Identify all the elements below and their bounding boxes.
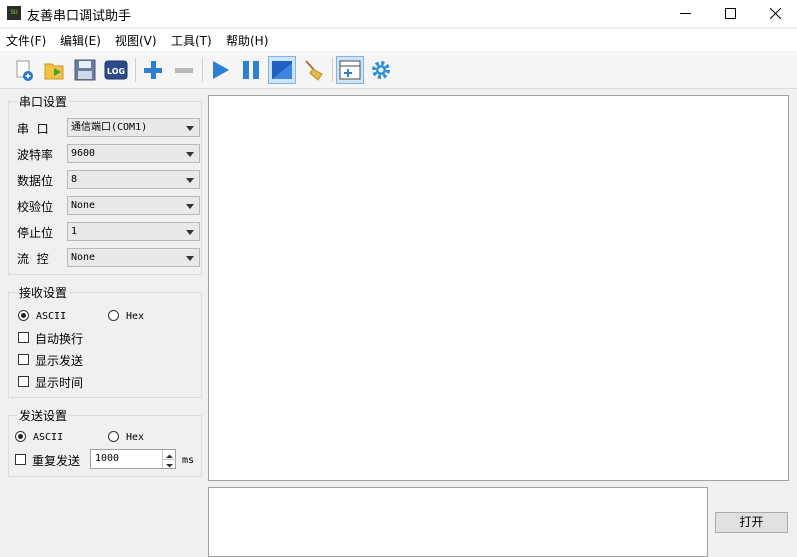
pause-icon (243, 61, 259, 79)
show-send-label: 显示发送 (35, 354, 84, 368)
remove-button[interactable] (170, 56, 198, 84)
send-hex-radio[interactable] (108, 431, 119, 442)
new-button[interactable] (10, 56, 38, 84)
start-button[interactable] (206, 56, 234, 84)
stepper-down-button[interactable] (162, 459, 176, 468)
minimize-icon (679, 13, 691, 14)
flow-label: 流 控 (17, 252, 49, 266)
menu-tools[interactable]: 工具(T) (171, 32, 212, 49)
parity-select[interactable]: None (67, 196, 200, 215)
gear-icon (372, 61, 390, 79)
remove-icon (175, 68, 193, 73)
chevron-down-icon (186, 126, 194, 131)
new-document-icon (16, 60, 33, 81)
baud-select[interactable]: 9600 (67, 144, 200, 163)
send-ascii-label: ASCII (33, 432, 64, 443)
menu-bar: 文件(F) 编辑(E) 视图(V) 工具(T) 帮助(H) (0, 29, 797, 51)
chevron-down-icon (186, 256, 194, 261)
receive-settings-group: 接收设置 ASCII Hex 自动换行 显示发送 显示时间 (8, 284, 202, 398)
port-value: 通信端口(COM1) (71, 122, 148, 133)
repeat-interval-value: 1000 (95, 453, 120, 464)
window-title: 友善串口调试助手 (27, 9, 132, 24)
flow-select[interactable]: None (67, 248, 200, 267)
play-icon (213, 61, 229, 79)
chevron-down-icon (186, 204, 194, 209)
close-icon (769, 8, 781, 19)
chevron-down-icon (186, 152, 194, 157)
port-label: 串 口 (17, 122, 49, 136)
stopbits-value: 1 (71, 226, 78, 237)
toolbar-separator (202, 58, 203, 82)
receive-settings-title: 接收设置 (17, 284, 70, 301)
broom-clear-icon (305, 60, 323, 81)
auto-wrap-label: 自动换行 (35, 332, 84, 346)
chevron-down-icon (166, 464, 173, 468)
flow-value: None (71, 252, 96, 263)
log-label: LOG (107, 67, 125, 76)
send-hex-label: Hex (126, 432, 145, 443)
baud-label: 波特率 (17, 148, 54, 162)
parity-value: None (71, 200, 96, 211)
window-button[interactable] (268, 56, 296, 84)
send-input[interactable] (208, 487, 708, 557)
save-icon (74, 59, 96, 81)
serial-settings-group: 串口设置 串 口 通信端口(COM1) 波特率 9600 数据位 8 校验位 N… (8, 93, 202, 275)
receive-hex-label: Hex (126, 311, 145, 322)
databits-value: 8 (71, 174, 78, 185)
show-send-checkbox[interactable] (18, 354, 29, 365)
show-time-checkbox[interactable] (18, 376, 29, 387)
chevron-down-icon (186, 178, 194, 183)
title-bar: SU 友善串口调试助手 (0, 0, 797, 27)
repeat-interval-stepper[interactable]: 1000 (90, 449, 176, 469)
receive-ascii-radio[interactable] (18, 310, 29, 321)
layout-add-icon (339, 60, 361, 80)
send-settings-title: 发送设置 (17, 407, 70, 424)
layout-button[interactable] (336, 56, 364, 84)
repeat-send-label: 重复发送 (32, 454, 81, 468)
toolbar-separator (332, 58, 333, 82)
log-button[interactable]: LOG (102, 56, 130, 84)
log-icon: LOG (104, 60, 128, 80)
send-ascii-radio[interactable] (15, 431, 26, 442)
receive-display[interactable] (208, 95, 789, 481)
baud-value: 9600 (71, 148, 96, 159)
stopbits-select[interactable]: 1 (67, 222, 200, 241)
parity-label: 校验位 (17, 200, 54, 214)
settings-button[interactable] (367, 56, 395, 84)
databits-select[interactable]: 8 (67, 170, 200, 189)
toolbar: LOG (0, 52, 797, 89)
add-icon (144, 61, 162, 79)
open-folder-icon (44, 63, 64, 80)
menu-file[interactable]: 文件(F) (6, 32, 46, 49)
window-icon (272, 61, 292, 79)
menu-view[interactable]: 视图(V) (115, 32, 157, 49)
stopbits-label: 停止位 (17, 226, 54, 240)
auto-wrap-checkbox[interactable] (18, 332, 29, 343)
menu-help[interactable]: 帮助(H) (226, 32, 268, 49)
pause-button[interactable] (237, 56, 265, 84)
add-button[interactable] (139, 56, 167, 84)
open-port-button[interactable]: 打开 (715, 512, 788, 533)
toolbar-separator (135, 58, 136, 82)
maximize-icon (724, 8, 736, 19)
menu-edit[interactable]: 编辑(E) (60, 32, 101, 49)
minimize-button[interactable] (662, 0, 708, 27)
clear-button[interactable] (300, 56, 328, 84)
receive-hex-radio[interactable] (108, 310, 119, 321)
save-button[interactable] (71, 56, 99, 84)
serial-settings-title: 串口设置 (17, 93, 70, 110)
databits-label: 数据位 (17, 174, 54, 188)
show-time-label: 显示时间 (35, 376, 84, 390)
open-button[interactable] (40, 56, 68, 84)
interval-unit: ms (182, 455, 195, 466)
maximize-button[interactable] (707, 0, 753, 27)
close-button[interactable] (752, 0, 797, 27)
repeat-send-checkbox[interactable] (15, 454, 26, 465)
app-logo-icon: SU (7, 6, 21, 20)
port-select[interactable]: 通信端口(COM1) (67, 118, 200, 137)
chevron-down-icon (186, 230, 194, 235)
receive-ascii-label: ASCII (36, 311, 67, 322)
